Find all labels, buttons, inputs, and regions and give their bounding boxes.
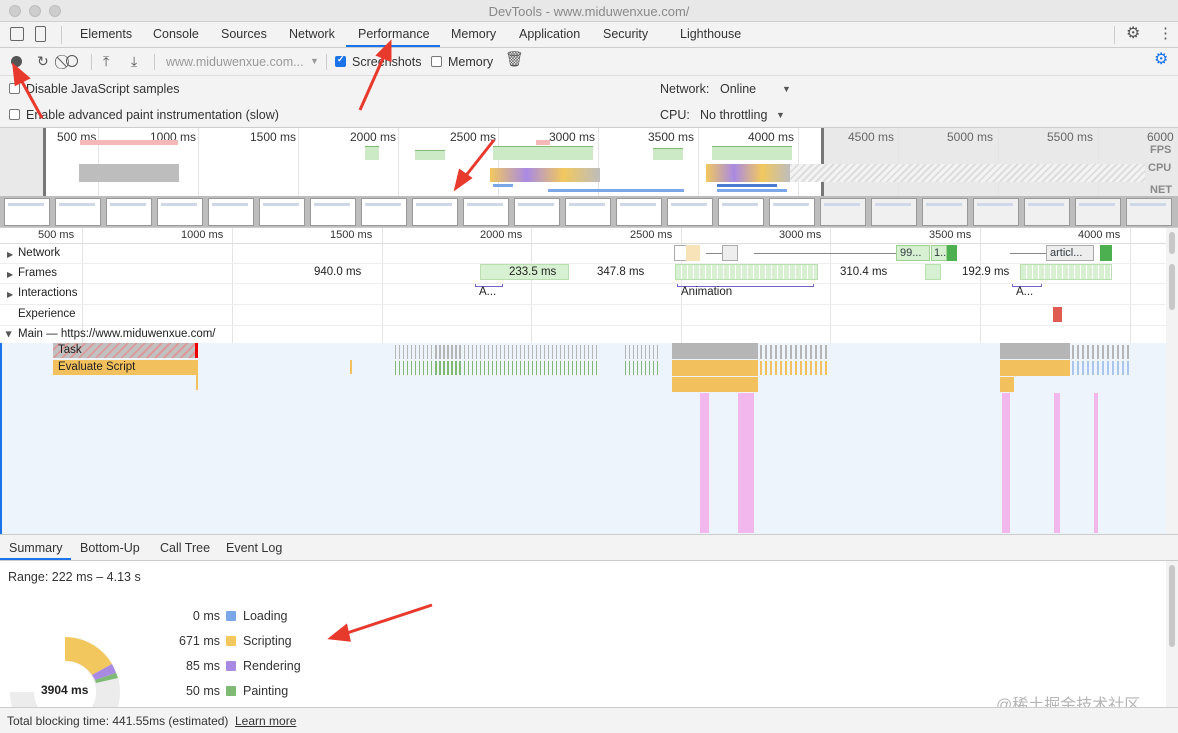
- annotation-arrow-screenshots: [358, 55, 386, 111]
- annotation-arrowhead: [12, 62, 31, 87]
- annotation-overlay: [12, 39, 496, 642]
- annotation-arrowhead: [375, 39, 392, 63]
- annotation-arrow-record: [18, 77, 44, 119]
- annotation-arrow-cpu: [462, 139, 496, 179]
- annotation-arrowhead: [327, 623, 351, 642]
- annotation-arrow-summary: [343, 603, 433, 636]
